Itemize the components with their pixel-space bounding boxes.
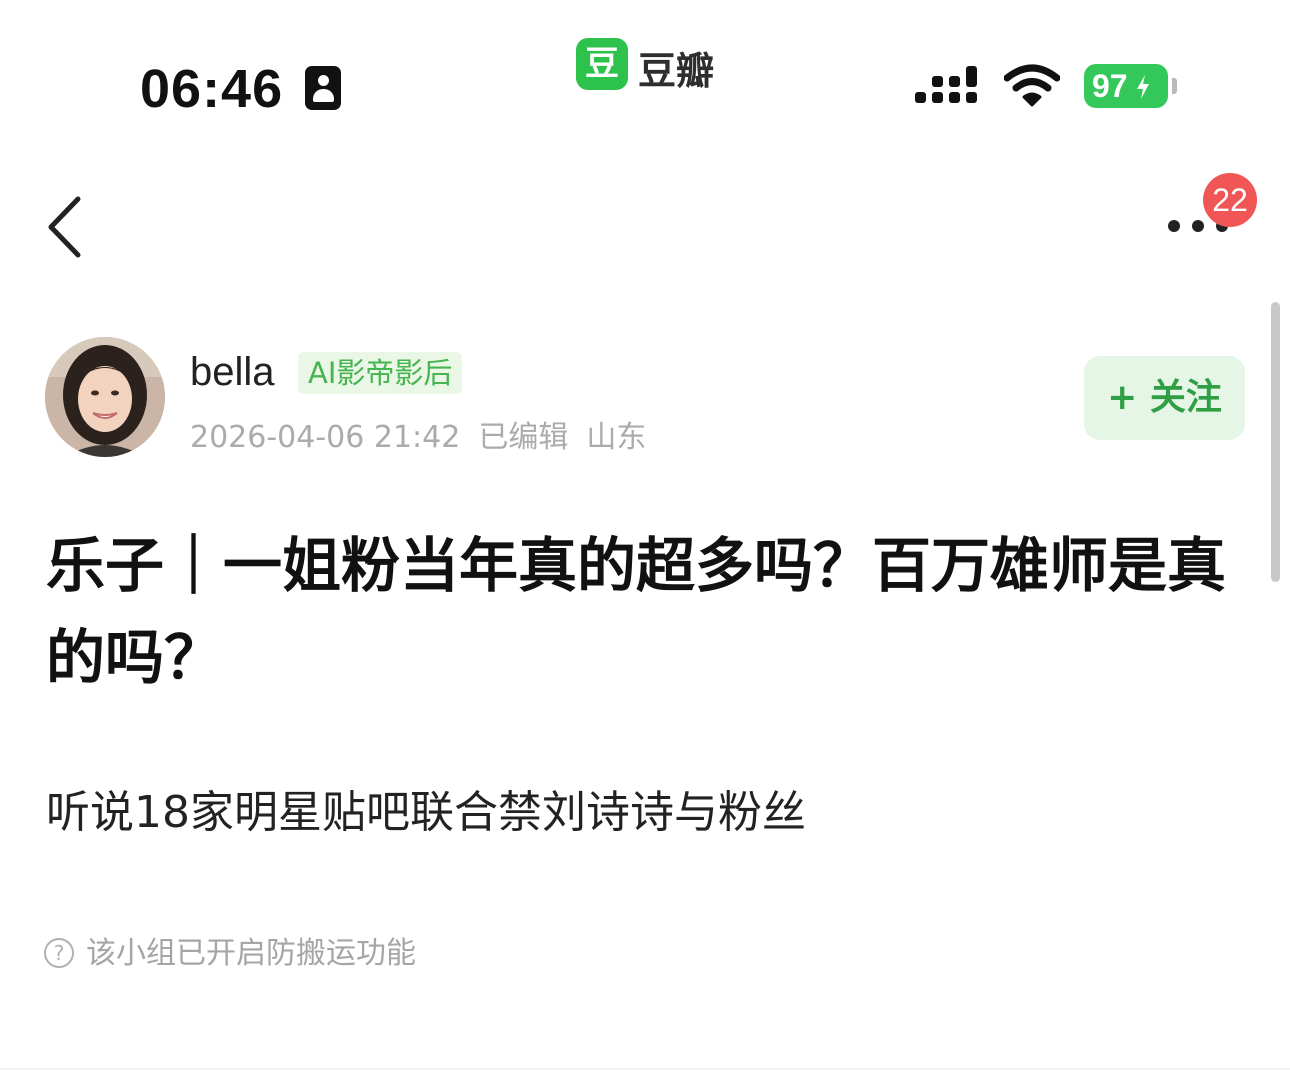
wifi-icon	[1004, 64, 1060, 107]
cellular-signal-icon	[915, 66, 983, 108]
post-datetime: 2026-04-06 21:42	[190, 420, 461, 455]
help-icon: ?	[44, 938, 74, 968]
edited-label: 已编辑	[478, 420, 569, 455]
charging-bolt-icon	[1137, 75, 1150, 99]
divider	[0, 1068, 1290, 1070]
post-body: 听说18家明星贴吧联合禁刘诗诗与粉丝	[46, 787, 806, 838]
back-button[interactable]	[44, 195, 84, 259]
anti-repost-notice[interactable]: ? 该小组已开启防搬运功能	[44, 928, 416, 972]
author-badge[interactable]: AI影帝影后	[298, 352, 463, 394]
post-location: 山东	[586, 420, 647, 455]
author-name[interactable]: bella	[190, 350, 275, 395]
chevron-left-icon	[48, 196, 81, 258]
notice-text: 该小组已开启防搬运功能	[86, 936, 416, 971]
notification-badge: 22	[1203, 173, 1257, 227]
douban-logo-icon: 豆	[576, 38, 628, 90]
scrollbar[interactable]	[1271, 302, 1280, 582]
status-time: 06:46	[140, 59, 284, 119]
battery-indicator: 97	[1084, 64, 1168, 108]
battery-level: 97	[1092, 68, 1128, 104]
avatar-image	[45, 337, 165, 457]
contact-card-icon	[305, 66, 341, 110]
app-name: 豆瓣	[638, 49, 715, 93]
avatar[interactable]	[45, 337, 165, 457]
follow-button[interactable]: + 关注	[1084, 356, 1245, 440]
post-meta: 2026-04-06 21:42 已编辑 山东	[190, 412, 646, 456]
post-title: 乐子｜一姐粉当年真的超多吗？百万雄师是真的吗？	[46, 531, 1227, 692]
battery-tip	[1172, 78, 1177, 94]
